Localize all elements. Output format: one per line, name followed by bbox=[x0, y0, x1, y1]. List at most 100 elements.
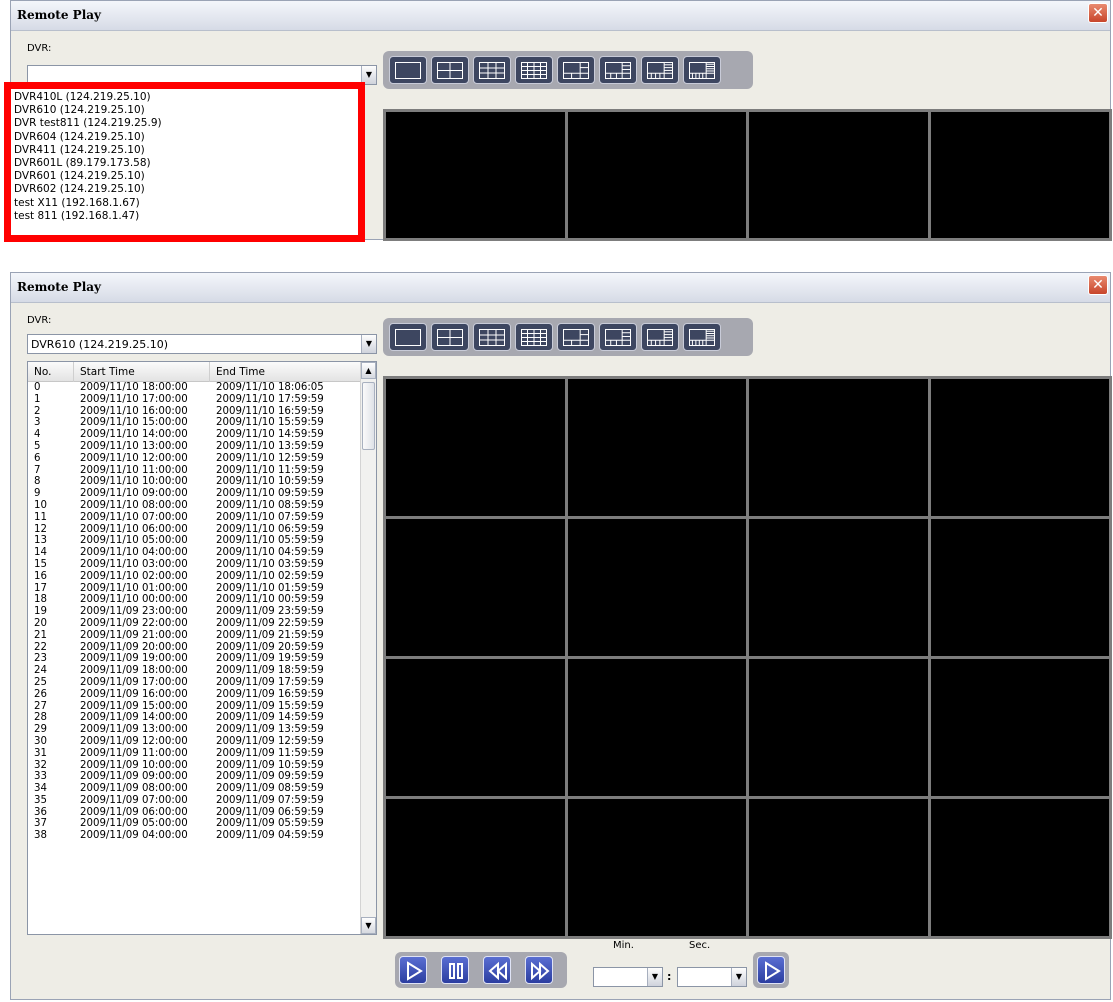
table-row[interactable]: 2 2009/11/10 16:00:00 2009/11/10 16:59:59 bbox=[28, 406, 362, 418]
dvr-list-item[interactable]: DVR410L (124.219.25.10) bbox=[14, 91, 355, 104]
layout-1plus7-button[interactable] bbox=[599, 323, 637, 351]
dvr-list-item[interactable]: DVR604 (124.219.25.10) bbox=[14, 131, 355, 144]
table-row[interactable]: 12 2009/11/10 06:00:00 2009/11/10 06:59:59 bbox=[28, 524, 362, 536]
table-row[interactable]: 33 2009/11/09 09:00:00 2009/11/09 09:59:59 bbox=[28, 771, 362, 783]
column-header-end-time[interactable]: End Time bbox=[210, 362, 362, 382]
title-bar[interactable]: Remote Play ✕ bbox=[11, 273, 1110, 303]
chevron-down-icon[interactable]: ▼ bbox=[647, 968, 662, 986]
video-cell[interactable] bbox=[567, 379, 746, 516]
layout-4x4-button[interactable] bbox=[515, 323, 553, 351]
video-cell[interactable] bbox=[386, 659, 565, 796]
dvr-list-item[interactable]: test 811 (192.168.1.47) bbox=[14, 210, 355, 223]
play-button[interactable] bbox=[399, 956, 427, 984]
column-header-no[interactable]: No. bbox=[28, 362, 74, 382]
dvr-list-item[interactable]: DVR test811 (124.219.25.9) bbox=[14, 117, 355, 130]
table-row[interactable]: 0 2009/11/10 18:00:00 2009/11/10 18:06:05 bbox=[28, 382, 362, 394]
dvr-list-item[interactable]: DVR411 (124.219.25.10) bbox=[14, 144, 355, 157]
video-cell[interactable] bbox=[930, 519, 1109, 656]
table-row[interactable]: 19 2009/11/09 23:00:00 2009/11/09 23:59:59 bbox=[28, 606, 362, 618]
close-button[interactable]: ✕ bbox=[1088, 275, 1108, 295]
table-row[interactable]: 28 2009/11/09 14:00:00 2009/11/09 14:59:59 bbox=[28, 712, 362, 724]
fast-forward-button[interactable] bbox=[525, 956, 553, 984]
video-cell[interactable] bbox=[567, 659, 746, 796]
layout-4x4-button[interactable] bbox=[515, 56, 553, 84]
video-cell[interactable] bbox=[567, 519, 746, 656]
table-row[interactable]: 13 2009/11/10 05:00:00 2009/11/10 05:59:59 bbox=[28, 535, 362, 547]
table-row[interactable]: 24 2009/11/09 18:00:00 2009/11/09 18:59:59 bbox=[28, 665, 362, 677]
table-row[interactable]: 9 2009/11/10 09:00:00 2009/11/10 09:59:59 bbox=[28, 488, 362, 500]
video-cell[interactable] bbox=[749, 519, 928, 656]
video-cell[interactable] bbox=[386, 379, 565, 516]
layout-1plus12-button[interactable] bbox=[683, 323, 721, 351]
column-header-start-time[interactable]: Start Time bbox=[74, 362, 210, 382]
table-row[interactable]: 31 2009/11/09 11:00:00 2009/11/09 11:59:59 bbox=[28, 748, 362, 760]
layout-2x2-button[interactable] bbox=[431, 323, 469, 351]
video-cell[interactable] bbox=[567, 799, 746, 936]
scroll-up-icon[interactable]: ▲ bbox=[361, 362, 376, 379]
table-row[interactable]: 30 2009/11/09 12:00:00 2009/11/09 12:59:59 bbox=[28, 736, 362, 748]
table-row[interactable]: 17 2009/11/10 01:00:00 2009/11/10 01:59:59 bbox=[28, 583, 362, 595]
table-row[interactable]: 22 2009/11/09 20:00:00 2009/11/09 20:59:59 bbox=[28, 642, 362, 654]
table-row[interactable]: 7 2009/11/10 11:00:00 2009/11/10 11:59:59 bbox=[28, 465, 362, 477]
table-row[interactable]: 1 2009/11/10 17:00:00 2009/11/10 17:59:59 bbox=[28, 394, 362, 406]
layout-1plus9-button[interactable] bbox=[641, 323, 679, 351]
table-row[interactable]: 37 2009/11/09 05:00:00 2009/11/09 05:59:59 bbox=[28, 818, 362, 830]
layout-3x3-button[interactable] bbox=[473, 323, 511, 351]
video-cell[interactable] bbox=[749, 659, 928, 796]
table-row[interactable]: 21 2009/11/09 21:00:00 2009/11/09 21:59:59 bbox=[28, 630, 362, 642]
table-row[interactable]: 23 2009/11/09 19:00:00 2009/11/09 19:59:59 bbox=[28, 653, 362, 665]
video-cell[interactable] bbox=[930, 379, 1109, 516]
table-row[interactable]: 18 2009/11/10 00:00:00 2009/11/10 00:59:59 bbox=[28, 594, 362, 606]
chevron-down-icon[interactable]: ▼ bbox=[361, 335, 376, 353]
dvr-select[interactable]: DVR610 (124.219.25.10) ▼ bbox=[27, 334, 377, 354]
layout-1x1-button[interactable] bbox=[389, 323, 427, 351]
video-cell[interactable] bbox=[386, 112, 565, 238]
close-button[interactable]: ✕ bbox=[1088, 3, 1108, 23]
table-row[interactable]: 15 2009/11/10 03:00:00 2009/11/10 03:59:59 bbox=[28, 559, 362, 571]
dvr-list-item[interactable]: DVR610 (124.219.25.10) bbox=[14, 104, 355, 117]
layout-3x3-button[interactable] bbox=[473, 56, 511, 84]
table-row[interactable]: 11 2009/11/10 07:00:00 2009/11/10 07:59:59 bbox=[28, 512, 362, 524]
video-cell[interactable] bbox=[930, 799, 1109, 936]
chevron-down-icon[interactable]: ▼ bbox=[731, 968, 746, 986]
table-row[interactable]: 5 2009/11/10 13:00:00 2009/11/10 13:59:59 bbox=[28, 441, 362, 453]
video-cell[interactable] bbox=[386, 799, 565, 936]
layout-1x1-button[interactable] bbox=[389, 56, 427, 84]
scroll-thumb[interactable] bbox=[362, 382, 375, 450]
table-row[interactable]: 32 2009/11/09 10:00:00 2009/11/09 10:59:59 bbox=[28, 760, 362, 772]
min-select[interactable]: ▼ bbox=[593, 967, 663, 987]
dvr-list-item[interactable]: DVR601L (89.179.173.58) bbox=[14, 157, 355, 170]
table-row[interactable]: 35 2009/11/09 07:00:00 2009/11/09 07:59:59 bbox=[28, 795, 362, 807]
video-cell[interactable] bbox=[749, 799, 928, 936]
layout-1plus7-button[interactable] bbox=[599, 56, 637, 84]
video-cell[interactable] bbox=[567, 112, 746, 238]
layout-1plus5-button[interactable] bbox=[557, 56, 595, 84]
table-row[interactable]: 4 2009/11/10 14:00:00 2009/11/10 14:59:59 bbox=[28, 429, 362, 441]
table-row[interactable]: 27 2009/11/09 15:00:00 2009/11/09 15:59:59 bbox=[28, 701, 362, 713]
scroll-down-icon[interactable]: ▼ bbox=[361, 917, 376, 934]
video-cell[interactable] bbox=[930, 112, 1109, 238]
layout-1plus5-button[interactable] bbox=[557, 323, 595, 351]
rewind-button[interactable] bbox=[483, 956, 511, 984]
vertical-scrollbar[interactable]: ▲ ▼ bbox=[360, 362, 376, 934]
table-row[interactable]: 16 2009/11/10 02:00:00 2009/11/10 02:59:59 bbox=[28, 571, 362, 583]
video-cell[interactable] bbox=[749, 112, 928, 238]
table-row[interactable]: 20 2009/11/09 22:00:00 2009/11/09 22:59:59 bbox=[28, 618, 362, 630]
seek-play-button[interactable] bbox=[757, 956, 785, 984]
video-cell[interactable] bbox=[386, 519, 565, 656]
video-cell[interactable] bbox=[749, 379, 928, 516]
table-row[interactable]: 10 2009/11/10 08:00:00 2009/11/10 08:59:59 bbox=[28, 500, 362, 512]
dvr-list-item[interactable]: test X11 (192.168.1.67) bbox=[14, 197, 355, 210]
table-row[interactable]: 25 2009/11/09 17:00:00 2009/11/09 17:59:59 bbox=[28, 677, 362, 689]
layout-2x2-button[interactable] bbox=[431, 56, 469, 84]
sec-select[interactable]: ▼ bbox=[677, 967, 747, 987]
layout-1plus9-button[interactable] bbox=[641, 56, 679, 84]
table-row[interactable]: 3 2009/11/10 15:00:00 2009/11/10 15:59:59 bbox=[28, 417, 362, 429]
table-row[interactable]: 38 2009/11/09 04:00:00 2009/11/09 04:59:59 bbox=[28, 830, 362, 842]
table-row[interactable]: 6 2009/11/10 12:00:00 2009/11/10 12:59:59 bbox=[28, 453, 362, 465]
pause-button[interactable] bbox=[441, 956, 469, 984]
table-row[interactable]: 8 2009/11/10 10:00:00 2009/11/10 10:59:59 bbox=[28, 476, 362, 488]
title-bar[interactable]: Remote Play ✕ bbox=[11, 1, 1110, 31]
table-row[interactable]: 34 2009/11/09 08:00:00 2009/11/09 08:59:59 bbox=[28, 783, 362, 795]
dvr-list-item[interactable]: DVR601 (124.219.25.10) bbox=[14, 170, 355, 183]
